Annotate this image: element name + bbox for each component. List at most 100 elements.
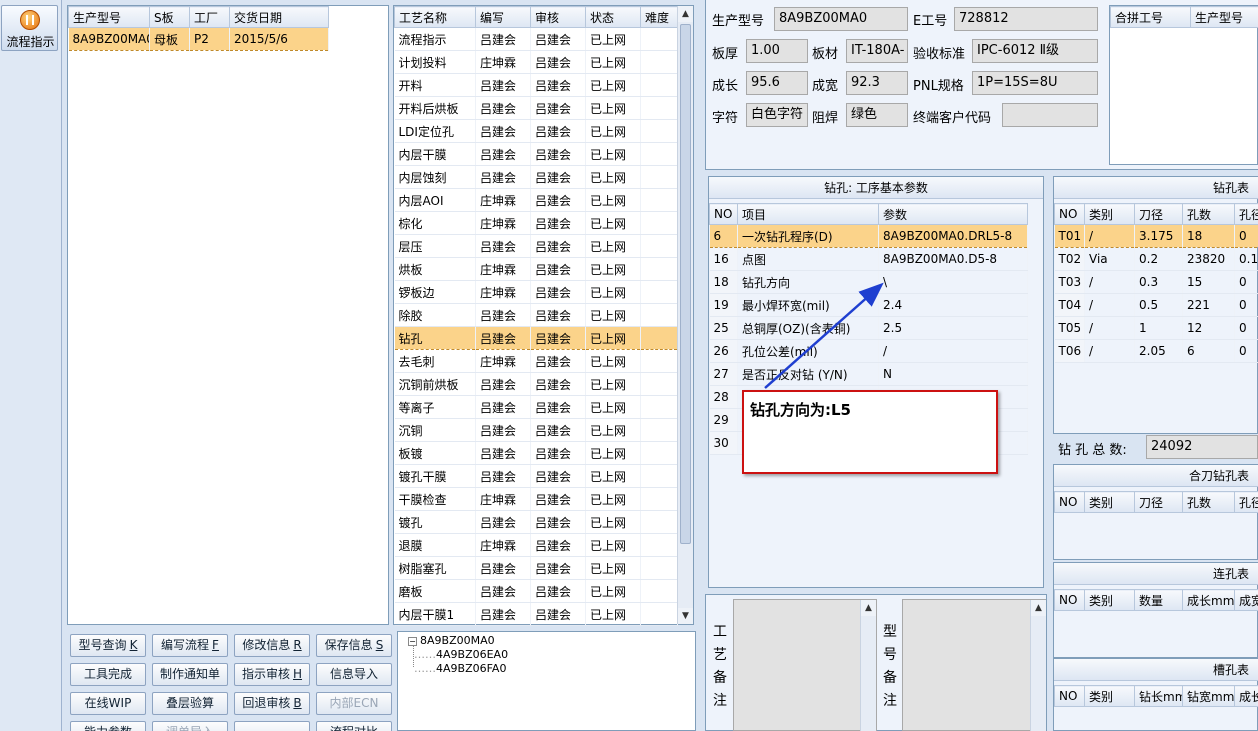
process-column-header[interactable]: 审核 bbox=[530, 6, 586, 28]
scroll-up-icon[interactable]: ▲ bbox=[1031, 600, 1046, 616]
column-header[interactable]: 类别 bbox=[1084, 589, 1135, 611]
process-row[interactable]: 干膜检查 庄坤霖 吕建会 已上网 bbox=[394, 487, 678, 511]
pnl-field[interactable]: 1P=15S=8U bbox=[972, 71, 1098, 95]
button-型号查询[interactable]: 型号查询 K bbox=[70, 634, 146, 657]
params-column-header[interactable]: 参数 bbox=[878, 203, 1028, 225]
params-row[interactable]: 16 点图 8A9BZ00MA0.D5-8 bbox=[709, 247, 1028, 271]
process-row[interactable]: 内层干膜 吕建会 吕建会 已上网 bbox=[394, 142, 678, 166]
button-调单导入[interactable]: 调单导入 bbox=[152, 721, 228, 731]
process-column-header[interactable]: 难度 bbox=[640, 6, 678, 28]
scroll-thumb[interactable] bbox=[680, 24, 691, 544]
column-header[interactable]: NO bbox=[1054, 589, 1085, 611]
acc-field[interactable]: IPC-6012 Ⅱ级 bbox=[972, 39, 1098, 63]
drill-column-header[interactable]: 刀径 bbox=[1134, 203, 1183, 225]
merge-header[interactable]: 合拼工号 bbox=[1110, 6, 1191, 28]
process-row[interactable]: 退膜 庄坤霖 吕建会 已上网 bbox=[394, 533, 678, 557]
process-row[interactable]: 沉铜 吕建会 吕建会 已上网 bbox=[394, 418, 678, 442]
process-row[interactable]: 等离子 吕建会 吕建会 已上网 bbox=[394, 395, 678, 419]
process-row[interactable]: 镀孔干膜 吕建会 吕建会 已上网 bbox=[394, 464, 678, 488]
params-row[interactable]: 6 一次钻孔程序(D) 8A9BZ00MA0.DRL5-8 bbox=[709, 224, 1028, 248]
drill-row[interactable]: T02 Via 0.2 23820 0.1 bbox=[1054, 247, 1258, 271]
product-column-header[interactable]: 生产型号 bbox=[68, 6, 150, 28]
char-field[interactable]: 白色字符 bbox=[746, 103, 808, 127]
scroll-up-icon[interactable]: ▲ bbox=[678, 6, 693, 22]
product-column-header[interactable]: 工厂 bbox=[189, 6, 230, 28]
drill-row[interactable]: T01/3.175 18 0 bbox=[1054, 224, 1258, 248]
button-制作通知单[interactable]: 制作通知单 bbox=[152, 663, 228, 686]
process-row[interactable]: 镀孔 吕建会 吕建会 已上网 bbox=[394, 510, 678, 534]
process-column-header[interactable]: 状态 bbox=[585, 6, 641, 28]
column-header[interactable]: 成长 bbox=[1234, 685, 1258, 707]
scroll-up-icon[interactable]: ▲ bbox=[861, 600, 876, 616]
tree-root[interactable]: −8A9BZ00MA0 bbox=[408, 634, 495, 647]
model-remark-scrollbar[interactable]: ▲ bbox=[1030, 600, 1046, 731]
button-能力参数[interactable]: 能力参数 bbox=[70, 721, 146, 731]
prod-field[interactable]: 8A9BZ00MA0 bbox=[774, 7, 908, 31]
button-叠层验算[interactable]: 叠层验算 bbox=[152, 692, 228, 715]
button-信息导入[interactable]: 信息导入 bbox=[316, 663, 392, 686]
process-scrollbar[interactable]: ▲ ▼ bbox=[677, 6, 693, 624]
drill-column-header[interactable]: 孔径 bbox=[1234, 203, 1258, 225]
process-row[interactable]: 内层AOI 庄坤霖 吕建会 已上网 bbox=[394, 188, 678, 212]
process-row[interactable]: 沉铜前烘板 吕建会 吕建会 已上网 bbox=[394, 372, 678, 396]
column-header[interactable]: 钻宽mm bbox=[1182, 685, 1235, 707]
params-column-header[interactable]: 项目 bbox=[737, 203, 879, 225]
process-row[interactable]: 开料 吕建会 吕建会 已上网 bbox=[394, 73, 678, 97]
column-header[interactable]: 孔径 bbox=[1234, 491, 1258, 513]
column-header[interactable]: NO bbox=[1054, 491, 1085, 513]
button-流程对比[interactable]: 流程对比 bbox=[316, 721, 392, 731]
product-column-header[interactable]: S板 bbox=[149, 6, 190, 28]
process-row[interactable]: 除胶 吕建会 吕建会 已上网 bbox=[394, 303, 678, 327]
process-row[interactable]: 内层干膜1 吕建会 吕建会 已上网 bbox=[394, 602, 678, 626]
mat-field[interactable]: IT-180A- bbox=[846, 39, 908, 63]
process-row[interactable]: 开料后烘板 吕建会 吕建会 已上网 bbox=[394, 96, 678, 120]
column-header[interactable]: 刀径 bbox=[1134, 491, 1183, 513]
drill-column-header[interactable]: NO bbox=[1054, 203, 1085, 225]
len-field[interactable]: 95.6 bbox=[746, 71, 808, 95]
button-工具完成[interactable]: 工具完成 bbox=[70, 663, 146, 686]
drill-row[interactable]: T04/0.5 221 0 bbox=[1054, 293, 1258, 317]
process-column-header[interactable]: 工艺名称 bbox=[394, 6, 476, 28]
thick-field[interactable]: 1.00 bbox=[746, 39, 808, 63]
button-内部ECN[interactable]: 内部ECN bbox=[316, 692, 392, 715]
button-指示审核[interactable]: 指示审核 H bbox=[234, 663, 310, 686]
column-header[interactable]: 成长mm bbox=[1182, 589, 1235, 611]
process-column-header[interactable]: 编写 bbox=[475, 6, 531, 28]
column-header[interactable]: 孔数 bbox=[1182, 491, 1235, 513]
process-row[interactable]: 棕化 庄坤霖 吕建会 已上网 bbox=[394, 211, 678, 235]
cust-field[interactable] bbox=[1002, 103, 1098, 127]
process-row[interactable]: 层压 吕建会 吕建会 已上网 bbox=[394, 234, 678, 258]
column-header[interactable]: NO bbox=[1054, 685, 1085, 707]
process-row[interactable]: 去毛刺 庄坤霖 吕建会 已上网 bbox=[394, 349, 678, 373]
drill-row[interactable]: T03/0.3 15 0 bbox=[1054, 270, 1258, 294]
flow-button[interactable]: 流程指示 bbox=[1, 5, 58, 51]
mask-field[interactable]: 绿色 bbox=[846, 103, 908, 127]
process-row[interactable]: 磨板 吕建会 吕建会 已上网 bbox=[394, 579, 678, 603]
e-field[interactable]: 728812 bbox=[954, 7, 1098, 31]
button-回退审核[interactable]: 回退审核 B bbox=[234, 692, 310, 715]
process-row[interactable]: 烘板 庄坤霖 吕建会 已上网 bbox=[394, 257, 678, 281]
column-header[interactable]: 数量 bbox=[1134, 589, 1183, 611]
button-blank[interactable] bbox=[234, 721, 310, 731]
drill-column-header[interactable]: 类别 bbox=[1084, 203, 1135, 225]
button-修改信息[interactable]: 修改信息 R bbox=[234, 634, 310, 657]
button-在线WIP[interactable]: 在线WIP bbox=[70, 692, 146, 715]
scroll-down-icon[interactable]: ▼ bbox=[678, 608, 693, 624]
process-remark-field[interactable] bbox=[733, 599, 877, 731]
model-remark-field[interactable] bbox=[902, 599, 1046, 731]
process-row[interactable]: 流程指示 吕建会 吕建会 已上网 bbox=[394, 27, 678, 51]
process-remark-scrollbar[interactable]: ▲ bbox=[860, 600, 876, 731]
process-row[interactable]: 钻孔 吕建会 吕建会 已上网 bbox=[394, 326, 678, 350]
process-row[interactable]: 内层蚀刻 吕建会 吕建会 已上网 bbox=[394, 165, 678, 189]
process-row[interactable]: LDI定位孔 吕建会 吕建会 已上网 bbox=[394, 119, 678, 143]
product-row[interactable]: 8A9BZ00MA0 母板 P2 2015/5/6 bbox=[68, 27, 329, 51]
process-row[interactable]: 计划投料 庄坤霖 吕建会 已上网 bbox=[394, 50, 678, 74]
product-column-header[interactable]: 交货日期 bbox=[229, 6, 329, 28]
tree-child[interactable]: ……4A9BZ06FA0 bbox=[414, 662, 506, 675]
tree-child[interactable]: ……4A9BZ06EA0 bbox=[414, 648, 508, 661]
column-header[interactable]: 钻长mm bbox=[1134, 685, 1183, 707]
merge-header[interactable]: 生产型号 bbox=[1190, 6, 1258, 28]
column-header[interactable]: 成宽 bbox=[1234, 589, 1258, 611]
drill-row[interactable]: T06/2.05 6 0 bbox=[1054, 339, 1258, 363]
drill-column-header[interactable]: 孔数 bbox=[1182, 203, 1235, 225]
